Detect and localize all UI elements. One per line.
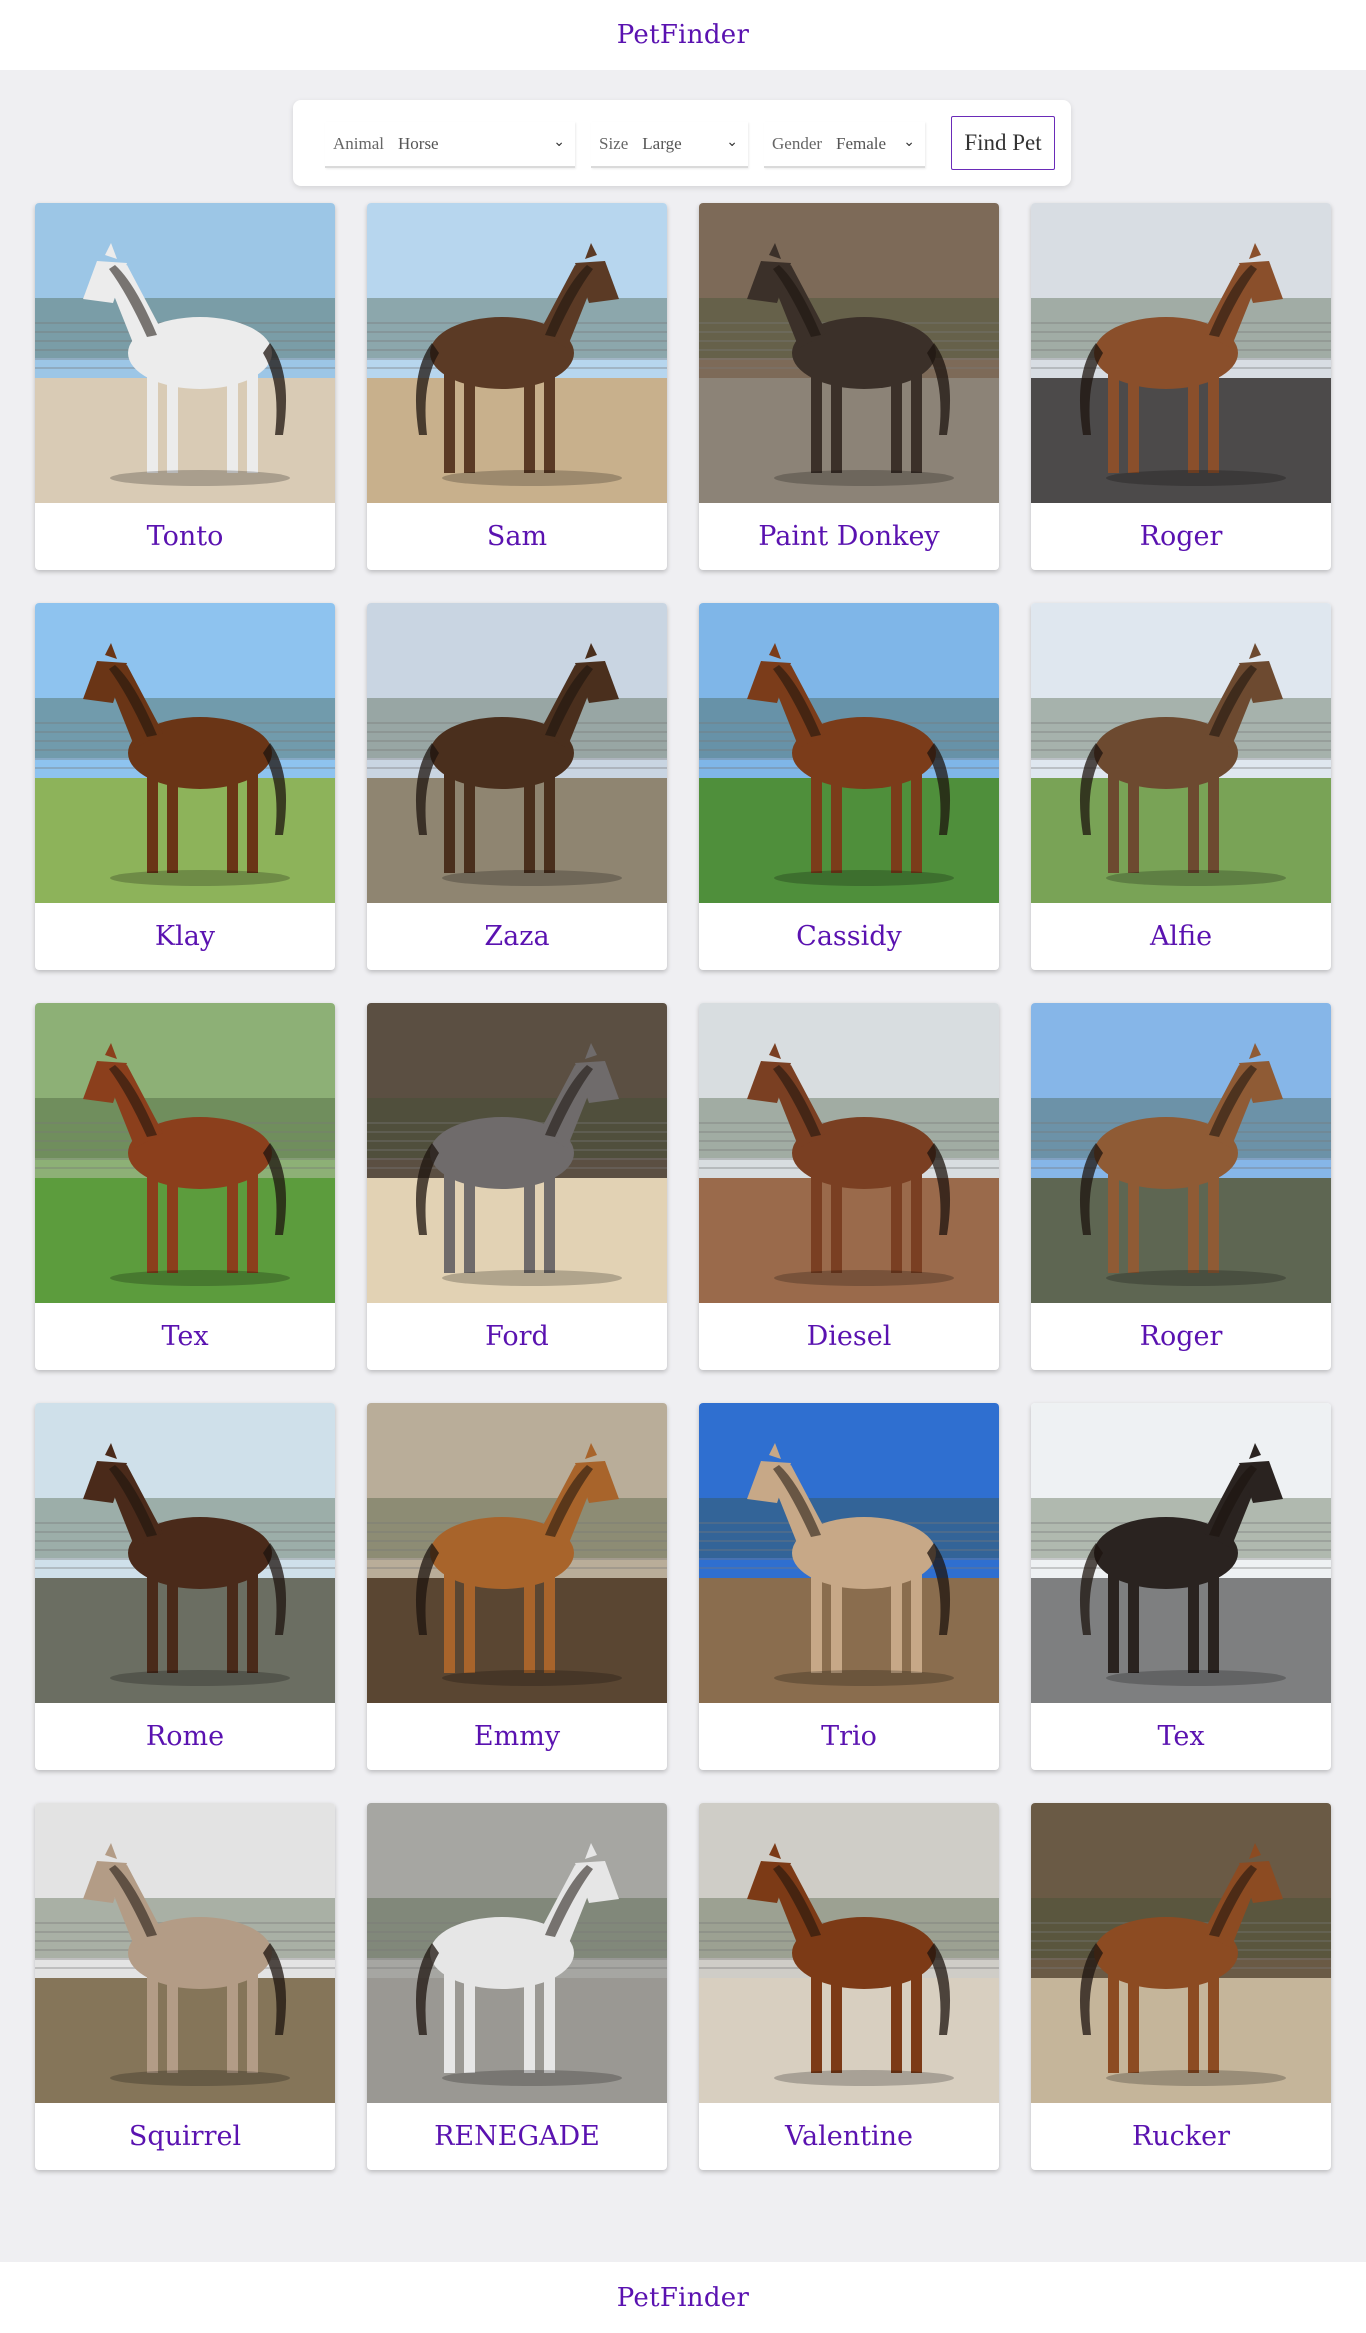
pet-photo[interactable] <box>1031 203 1331 503</box>
horse-photo-illustration <box>367 203 667 503</box>
pet-card[interactable]: Diesel <box>699 1003 999 1370</box>
pet-photo[interactable] <box>35 1003 335 1303</box>
horse-photo-illustration <box>1031 203 1331 503</box>
pet-card[interactable]: Roger <box>1031 1003 1331 1370</box>
pet-card[interactable]: Valentine <box>699 1803 999 2170</box>
horse-photo-illustration <box>1031 1403 1331 1703</box>
pet-card[interactable]: Emmy <box>367 1403 667 1770</box>
horse-photo-illustration <box>367 1803 667 2103</box>
pet-card[interactable]: Roger <box>1031 203 1331 570</box>
horse-photo-illustration <box>35 1803 335 2103</box>
horse-photo-illustration <box>699 1003 999 1303</box>
pet-card[interactable]: Ford <box>367 1003 667 1370</box>
pet-card[interactable]: Cassidy <box>699 603 999 970</box>
pet-name[interactable]: Trio <box>699 1703 999 1770</box>
size-select[interactable]: Size Large ⌄ <box>591 122 748 168</box>
horse-photo-illustration <box>699 1803 999 2103</box>
gender-select-label: Gender <box>772 134 823 153</box>
horse-photo-illustration <box>1031 1003 1331 1303</box>
horse-photo-illustration <box>35 1403 335 1703</box>
top-navbar: PetFinder <box>0 0 1366 70</box>
horse-photo-illustration <box>35 603 335 903</box>
gender-select-value: Female <box>836 134 887 153</box>
pet-name[interactable]: Klay <box>35 903 335 970</box>
horse-photo-illustration <box>1031 603 1331 903</box>
pet-name[interactable]: Cassidy <box>699 903 999 970</box>
pet-photo[interactable] <box>699 1403 999 1703</box>
horse-photo-illustration <box>367 1403 667 1703</box>
pet-card[interactable]: Rucker <box>1031 1803 1331 2170</box>
chevron-down-icon: ⌄ <box>553 135 565 150</box>
size-select-label: Size <box>599 134 629 153</box>
pet-photo[interactable] <box>35 1403 335 1703</box>
pet-card[interactable]: Rome <box>35 1403 335 1770</box>
pet-card[interactable]: Tex <box>1031 1403 1331 1770</box>
footer-brand[interactable]: PetFinder <box>617 2283 749 2313</box>
pet-name[interactable]: Valentine <box>699 2103 999 2170</box>
pet-name[interactable]: Diesel <box>699 1303 999 1370</box>
pet-photo[interactable] <box>35 203 335 503</box>
chevron-down-icon: ⌄ <box>903 135 915 150</box>
pet-photo[interactable] <box>367 1803 667 2103</box>
pet-photo[interactable] <box>367 1003 667 1303</box>
animal-select-value: Horse <box>398 134 439 153</box>
pet-name[interactable]: Tonto <box>35 503 335 570</box>
pet-name[interactable]: Alfie <box>1031 903 1331 970</box>
horse-photo-illustration <box>35 1003 335 1303</box>
pet-card[interactable]: RENEGADE <box>367 1803 667 2170</box>
pet-name[interactable]: Emmy <box>367 1703 667 1770</box>
pet-results-grid: Tonto Sam Paint Donkey Roger Klay Zaza Cassidy… <box>35 203 1331 2170</box>
pet-photo[interactable] <box>35 1803 335 2103</box>
pet-photo[interactable] <box>1031 1403 1331 1703</box>
pet-photo[interactable] <box>367 1403 667 1703</box>
pet-photo[interactable] <box>1031 1003 1331 1303</box>
find-pet-button[interactable]: Find Pet <box>951 116 1055 170</box>
pet-card[interactable]: Klay <box>35 603 335 970</box>
pet-photo[interactable] <box>1031 603 1331 903</box>
pet-photo[interactable] <box>367 603 667 903</box>
footer: PetFinder <box>0 2262 1366 2333</box>
pet-name[interactable]: Ford <box>367 1303 667 1370</box>
brand-logo[interactable]: PetFinder <box>617 20 749 50</box>
pet-card[interactable]: Tonto <box>35 203 335 570</box>
pet-card[interactable]: Squirrel <box>35 1803 335 2170</box>
gender-select[interactable]: Gender Female ⌄ <box>764 122 925 168</box>
pet-name[interactable]: Tex <box>35 1303 335 1370</box>
search-filter-panel: Animal Horse ⌄ Size Large ⌄ Gender Femal… <box>293 100 1071 186</box>
pet-name[interactable]: Tex <box>1031 1703 1331 1770</box>
animal-select-label: Animal <box>333 134 384 153</box>
horse-photo-illustration <box>367 603 667 903</box>
pet-name[interactable]: RENEGADE <box>367 2103 667 2170</box>
pet-photo[interactable] <box>35 603 335 903</box>
pet-photo[interactable] <box>699 603 999 903</box>
chevron-down-icon: ⌄ <box>726 135 738 150</box>
pet-photo[interactable] <box>699 1003 999 1303</box>
horse-photo-illustration <box>367 1003 667 1303</box>
pet-name[interactable]: Roger <box>1031 503 1331 570</box>
pet-photo[interactable] <box>699 203 999 503</box>
pet-name[interactable]: Sam <box>367 503 667 570</box>
pet-card[interactable]: Zaza <box>367 603 667 970</box>
pet-photo[interactable] <box>699 1803 999 2103</box>
pet-card[interactable]: Sam <box>367 203 667 570</box>
pet-photo[interactable] <box>367 203 667 503</box>
animal-select[interactable]: Animal Horse ⌄ <box>325 122 575 168</box>
pet-name[interactable]: Paint Donkey <box>699 503 999 570</box>
horse-photo-illustration <box>35 203 335 503</box>
pet-name[interactable]: Roger <box>1031 1303 1331 1370</box>
pet-card[interactable]: Trio <box>699 1403 999 1770</box>
pet-name[interactable]: Rucker <box>1031 2103 1331 2170</box>
pet-name[interactable]: Squirrel <box>35 2103 335 2170</box>
horse-photo-illustration <box>699 1403 999 1703</box>
pet-name[interactable]: Rome <box>35 1703 335 1770</box>
horse-photo-illustration <box>699 603 999 903</box>
pet-photo[interactable] <box>1031 1803 1331 2103</box>
pet-card[interactable]: Tex <box>35 1003 335 1370</box>
pet-card[interactable]: Alfie <box>1031 603 1331 970</box>
horse-photo-illustration <box>1031 1803 1331 2103</box>
horse-photo-illustration <box>699 203 999 503</box>
size-select-value: Large <box>642 134 682 153</box>
pet-card[interactable]: Paint Donkey <box>699 203 999 570</box>
pet-name[interactable]: Zaza <box>367 903 667 970</box>
